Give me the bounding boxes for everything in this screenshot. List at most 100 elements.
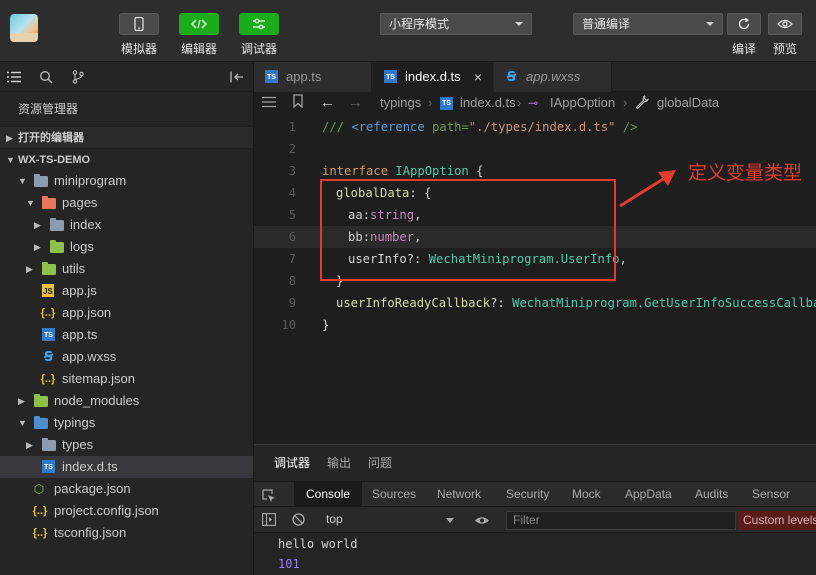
chevron-right-icon: ›: [623, 95, 628, 110]
compile-mode-select[interactable]: 普通编译: [573, 13, 723, 35]
breadcrumb-interface[interactable]: IAppOption: [550, 92, 615, 114]
tree-item-node-modules[interactable]: ▶ node_modules: [0, 390, 253, 412]
folder-icon: [34, 174, 48, 187]
tree-item-sitemap-json[interactable]: {..} sitemap.json: [0, 368, 253, 390]
tree-item-app-ts[interactable]: TS app.ts: [0, 324, 253, 346]
folder-icon: [50, 218, 64, 231]
code-token: path=: [424, 120, 469, 134]
tree-item-app-json[interactable]: {..} app.json: [0, 302, 253, 324]
folder-icon: [42, 438, 56, 451]
open-editors-label: 打开的编辑器: [18, 132, 84, 144]
code-token: ///: [322, 120, 352, 134]
close-icon[interactable]: ×: [474, 62, 482, 92]
mode-select[interactable]: 小程序模式: [380, 13, 532, 35]
log-levels-select[interactable]: Custom levels: [738, 511, 816, 530]
tree-item-app-wxss[interactable]: Ꞩ app.wxss: [0, 346, 253, 368]
breadcrumb-file[interactable]: index.d.ts: [460, 92, 516, 114]
filter-input[interactable]: Filter: [506, 511, 736, 530]
tab-debugger[interactable]: 调试器: [274, 445, 310, 481]
annotation-arrow-icon: [619, 170, 676, 208]
tab-app-ts[interactable]: TS app.ts: [254, 62, 372, 92]
tab-console[interactable]: Console: [294, 482, 363, 507]
bookmark-icon[interactable]: [292, 93, 304, 115]
eye-icon[interactable]: [474, 514, 490, 529]
simulator-label: 模拟器: [120, 42, 157, 56]
outline-icon[interactable]: [262, 93, 276, 115]
tab-index-d-ts[interactable]: TS index.d.ts ×: [373, 62, 493, 92]
file-tree: ▼ miniprogram ▼ pages ▶ index ▶ logs ▶ u…: [0, 170, 253, 544]
editor-button[interactable]: [179, 13, 219, 35]
line-number: 4: [288, 186, 296, 200]
tab-appdata[interactable]: AppData: [625, 482, 672, 507]
tree-item-label: index: [70, 217, 102, 232]
tree-item-app-js[interactable]: JS app.js: [0, 280, 253, 302]
collapse-panel-icon[interactable]: [229, 69, 245, 85]
forward-arrow-icon[interactable]: →: [348, 92, 363, 114]
tab-sources[interactable]: Sources: [372, 482, 416, 507]
tab-label: index.d.ts: [405, 69, 461, 84]
line-number: 5: [288, 208, 296, 222]
chevron-down-icon: ▼: [26, 198, 35, 208]
code-icon: [191, 19, 207, 29]
back-arrow-icon[interactable]: ←: [320, 92, 335, 114]
line-number: 2: [288, 142, 296, 156]
sidebar-toggle-icon[interactable]: [262, 513, 276, 529]
tree-item-logs[interactable]: ▶ logs: [0, 236, 253, 258]
debug-panel: 调试器 输出 问题 Console Sources Network Securi…: [254, 444, 816, 575]
tree-item-typings[interactable]: ▼ typings: [0, 412, 253, 434]
tree-item-miniprogram[interactable]: ▼ miniprogram: [0, 170, 253, 192]
debugger-button[interactable]: [239, 13, 279, 35]
tree-item-label: logs: [70, 239, 94, 254]
tree-item-tsconfig-json[interactable]: {..} tsconfig.json: [0, 522, 253, 544]
folder-utils-icon: [42, 262, 56, 275]
folder-logs-icon: [50, 240, 64, 253]
context-select-value[interactable]: top: [326, 512, 343, 526]
tree-item-index[interactable]: ▶ index: [0, 214, 253, 236]
tree-item-pages[interactable]: ▼ pages: [0, 192, 253, 214]
breadcrumb-property[interactable]: globalData: [657, 92, 719, 114]
tab-sensor[interactable]: Sensor: [752, 482, 790, 507]
tab-network[interactable]: Network: [437, 482, 481, 507]
line-number: 7: [288, 252, 296, 266]
tab-security[interactable]: Security: [506, 482, 549, 507]
ts-file-icon: TS: [265, 70, 278, 83]
chevron-right-icon: ▶: [26, 440, 33, 450]
tab-problems[interactable]: 问题: [368, 445, 392, 481]
search-icon[interactable]: [38, 69, 54, 85]
list-icon[interactable]: [6, 69, 22, 85]
tab-audits[interactable]: Audits: [695, 482, 728, 507]
open-editors-section[interactable]: ▶ 打开的编辑器: [0, 126, 253, 148]
compile-select-value: 普通编译: [582, 17, 631, 31]
debugger-label: 调试器: [240, 42, 277, 56]
simulator-button[interactable]: [119, 13, 159, 35]
js-file-icon: JS: [42, 284, 54, 297]
clear-console-icon[interactable]: [292, 513, 305, 529]
tab-mock[interactable]: Mock: [572, 482, 601, 507]
tree-item-index-d-ts[interactable]: TS index.d.ts: [0, 456, 253, 478]
preview-button[interactable]: [768, 13, 802, 35]
folder-node-icon: [34, 394, 48, 407]
chevron-down-icon: ▼: [18, 176, 27, 186]
tree-item-utils[interactable]: ▶ utils: [0, 258, 253, 280]
ts-file-icon: TS: [42, 328, 55, 341]
tree-item-project-config-json[interactable]: {..} project.config.json: [0, 500, 253, 522]
project-section[interactable]: ▼ WX-TS-DEMO: [0, 148, 253, 170]
tree-item-label: sitemap.json: [62, 371, 135, 386]
compile-button[interactable]: [727, 13, 761, 35]
json-file-icon: {..}: [32, 505, 48, 517]
chevron-down-icon[interactable]: [446, 518, 454, 523]
chevron-right-icon: ›: [428, 95, 433, 110]
tree-item-label: typings: [54, 415, 96, 430]
chevron-down-icon: [706, 22, 714, 26]
tree-item-label: tsconfig.json: [54, 525, 127, 540]
tab-app-wxss[interactable]: Ꞩ app.wxss: [494, 62, 612, 92]
project-avatar[interactable]: [10, 14, 38, 42]
tree-item-label: project.config.json: [54, 503, 159, 518]
source-control-icon[interactable]: [70, 69, 86, 85]
tree-item-package-json[interactable]: ⬡ package.json: [0, 478, 253, 500]
tab-output[interactable]: 输出: [327, 445, 351, 481]
tree-item-types[interactable]: ▶ types: [0, 434, 253, 456]
code-token: interface: [322, 164, 396, 178]
json-file-icon: {..}: [40, 373, 56, 385]
breadcrumb-folder[interactable]: typings: [380, 92, 421, 114]
